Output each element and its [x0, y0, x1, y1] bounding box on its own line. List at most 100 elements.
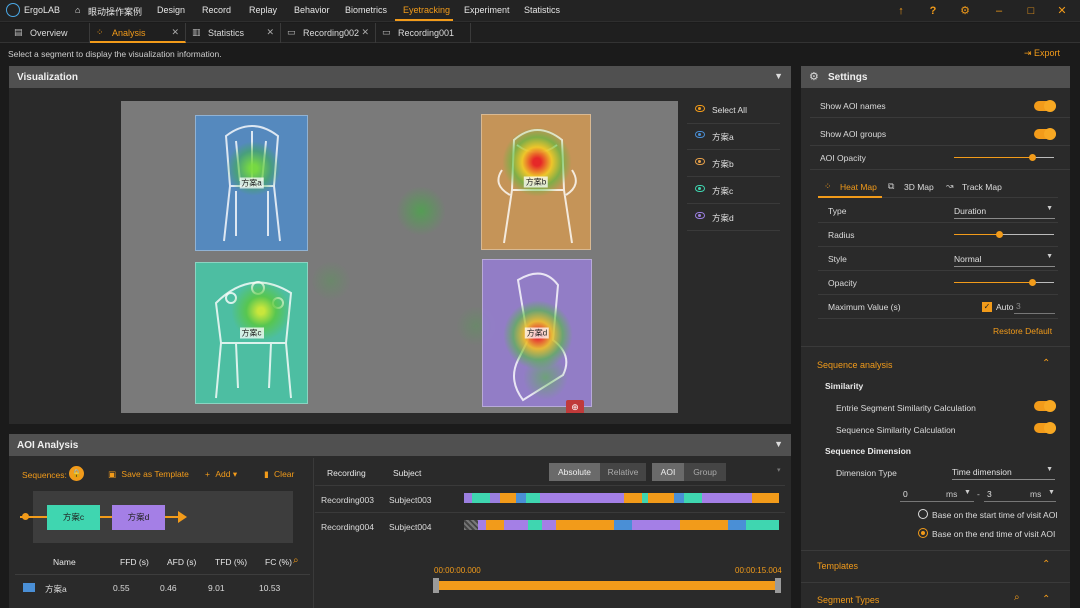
group-mode-button[interactable]: Group: [684, 463, 726, 481]
tab-track-map[interactable]: ↝ Track Map: [944, 176, 1014, 198]
aoi-row-b[interactable]: 方案b: [687, 151, 780, 177]
aoi-b[interactable]: 方案b: [481, 114, 591, 250]
radius-slider[interactable]: [954, 231, 1054, 238]
max-value-row: Maximum Value (s) ✓ Auto 3: [818, 295, 1058, 319]
range-from-input[interactable]: 0 ms ▼: [900, 486, 974, 502]
radio-end-time[interactable]: [918, 528, 928, 538]
upload-icon[interactable]: ↑: [894, 4, 908, 18]
relative-button[interactable]: Relative: [600, 463, 646, 481]
range-end-handle[interactable]: [775, 578, 781, 593]
tab-3d-map[interactable]: ⧉ 3D Map: [886, 176, 940, 198]
restore-default-button[interactable]: Restore Default: [993, 326, 1052, 336]
help-icon[interactable]: ?: [926, 4, 940, 18]
aoi-label: 方案a: [239, 177, 264, 189]
chevron-up-icon[interactable]: ⌃: [1042, 594, 1050, 605]
tab-heat-map[interactable]: ⁘ Heat Map: [818, 176, 882, 198]
col-tfd: TFD (%): [215, 557, 248, 567]
tab-statistics[interactable]: ▥ Statistics ✕: [186, 23, 281, 43]
tab-recording002[interactable]: ▭ Recording002 ✕: [281, 23, 376, 43]
aoi-opacity-slider[interactable]: [954, 154, 1054, 161]
maximize-icon[interactable]: □: [1024, 4, 1038, 18]
collapse-icon[interactable]: ▼: [774, 71, 783, 81]
chevron-up-icon[interactable]: ⌃: [1042, 559, 1050, 570]
aoi-c[interactable]: 方案c: [195, 262, 308, 404]
eye-icon[interactable]: [695, 105, 705, 112]
entire-segment-toggle[interactable]: [1034, 400, 1056, 412]
table-row[interactable]: 方案a 0.55 0.46 9.01 10.53: [15, 578, 310, 598]
minimize-icon[interactable]: –: [992, 4, 1006, 18]
visualization-header[interactable]: Visualization ▼: [9, 66, 791, 88]
zoom-icon[interactable]: ⊕: [566, 400, 584, 413]
dropdown-value: Duration: [954, 206, 987, 216]
aoi-mode-button[interactable]: AOI: [652, 463, 684, 481]
recording-row[interactable]: Recording004 Subject004: [315, 514, 785, 538]
aoi-row-a[interactable]: 方案a: [687, 124, 780, 150]
close-tab-icon[interactable]: ✕: [361, 27, 369, 38]
sequence-similarity-row: Sequence Similarity Calculation: [826, 418, 1060, 442]
tab-recording001[interactable]: ▭ Recording001: [376, 23, 471, 43]
menu-behavior[interactable]: Behavior: [294, 5, 330, 15]
menu-experiment[interactable]: Experiment: [464, 5, 510, 15]
search-icon[interactable]: ⌕: [293, 555, 299, 566]
eye-icon[interactable]: [695, 185, 705, 192]
unit-label: ms: [946, 489, 958, 499]
close-tab-icon[interactable]: ✕: [171, 27, 179, 38]
select-all-row[interactable]: Select All: [687, 98, 780, 124]
aoi-timeline[interactable]: [464, 493, 779, 503]
auto-checkbox[interactable]: ✓: [982, 302, 992, 312]
style-dropdown[interactable]: Normal ▼: [954, 251, 1055, 267]
menu-replay[interactable]: Replay: [249, 5, 277, 15]
templates-title[interactable]: Templates: [817, 561, 858, 571]
dimension-type-dropdown[interactable]: Time dimension ▼: [952, 464, 1055, 480]
menu-record[interactable]: Record: [202, 5, 231, 15]
chevron-up-icon[interactable]: ⌃: [1042, 358, 1050, 369]
aoi-row-c[interactable]: 方案c: [687, 178, 780, 204]
home-icon[interactable]: ⌂: [75, 5, 80, 15]
sequence-similarity-toggle[interactable]: [1034, 422, 1056, 434]
sequence-box-c[interactable]: 方案c: [47, 505, 100, 530]
lock-icon[interactable]: 🔒: [69, 466, 84, 481]
setting-label: Entrie Segment Similarity Calculation: [836, 403, 976, 413]
tab-overview[interactable]: ▤ Overview: [8, 23, 90, 43]
aoi-a[interactable]: 方案a: [195, 115, 308, 251]
eye-icon[interactable]: [695, 158, 705, 165]
eye-icon[interactable]: [695, 131, 705, 138]
chevron-down-icon[interactable]: ▾: [777, 466, 781, 474]
aoi-d[interactable]: 方案d: [482, 259, 592, 407]
aoi-analysis-header[interactable]: AOI Analysis ▼: [9, 434, 791, 456]
clear-button[interactable]: ▮ Clear: [264, 469, 294, 480]
search-icon[interactable]: ⌕: [1014, 592, 1020, 603]
close-icon[interactable]: ✕: [1055, 4, 1069, 18]
menu-biometrics[interactable]: Biometrics: [345, 5, 387, 15]
save-template-button[interactable]: ▣ Save as Template: [108, 469, 189, 480]
show-aoi-names-toggle[interactable]: [1034, 100, 1056, 112]
menu-eyetracking[interactable]: Eyetracking: [403, 5, 450, 15]
segment-types-title[interactable]: Segment Types: [817, 595, 879, 605]
sequence-box-d[interactable]: 方案d: [112, 505, 165, 530]
close-tab-icon[interactable]: ✕: [266, 27, 274, 38]
collapse-icon[interactable]: ▼: [774, 439, 783, 449]
menu-design[interactable]: Design: [157, 5, 185, 15]
add-button[interactable]: + Add ▾: [205, 469, 237, 480]
heatmap-canvas[interactable]: 方案a 方案b 方案c 方案d ⊕: [121, 101, 678, 413]
eye-icon[interactable]: [695, 212, 705, 219]
menu-statistics[interactable]: Statistics: [524, 5, 560, 15]
opacity-slider[interactable]: [954, 279, 1054, 286]
export-button[interactable]: ⇥ Export: [1024, 48, 1060, 59]
tab-analysis[interactable]: ⁘ Analysis ✕: [90, 23, 186, 43]
aoi-row-d[interactable]: 方案d: [687, 205, 780, 231]
time-range-slider[interactable]: [436, 581, 779, 590]
similarity-title: Similarity: [825, 381, 864, 391]
gear-icon[interactable]: ⚙: [958, 4, 972, 18]
type-dropdown[interactable]: Duration ▼: [954, 203, 1055, 219]
menu-project[interactable]: 眼动操作案例: [88, 5, 142, 18]
aoi-timeline[interactable]: [464, 520, 779, 530]
sequence-analysis-title[interactable]: Sequence analysis: [817, 360, 893, 370]
radio-start-time[interactable]: [918, 509, 928, 519]
recording-row[interactable]: Recording003 Subject003: [315, 487, 785, 511]
show-aoi-groups-toggle[interactable]: [1034, 128, 1056, 140]
range-start-handle[interactable]: [433, 578, 439, 593]
max-value-input[interactable]: 3: [1014, 299, 1055, 314]
absolute-button[interactable]: Absolute: [549, 463, 600, 481]
range-to-input[interactable]: 3 ms ▼: [984, 486, 1056, 502]
